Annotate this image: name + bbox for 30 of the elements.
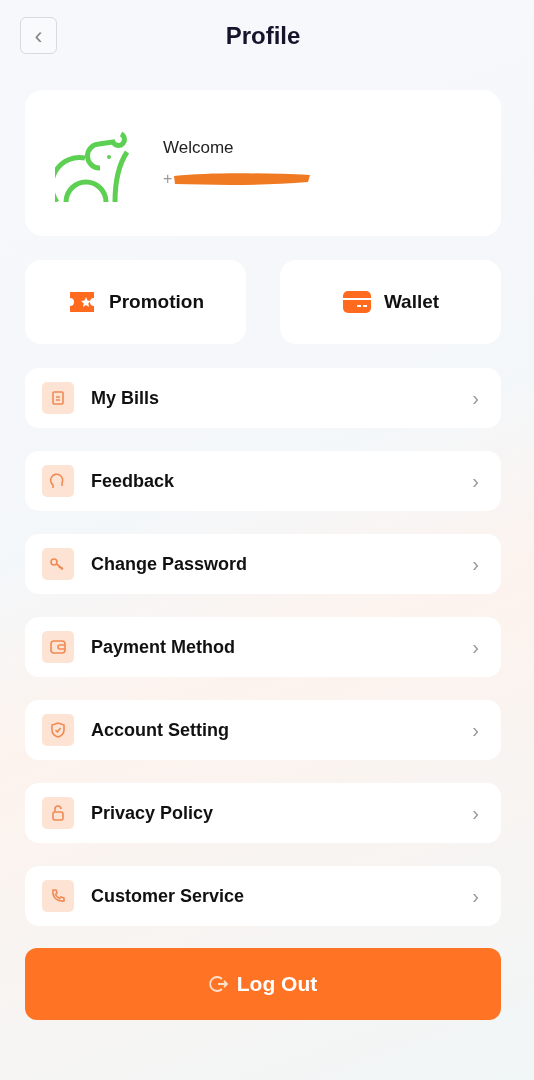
menu-item[interactable]: Change Password ›	[25, 534, 501, 594]
menu-item[interactable]: Feedback ›	[25, 451, 501, 511]
padlock-icon	[42, 797, 74, 829]
menu-item[interactable]: Customer Service ›	[25, 866, 501, 926]
shortcut-tile[interactable]: Promotion	[25, 260, 246, 344]
shortcut-tile[interactable]: Wallet	[280, 260, 501, 344]
ticket-icon	[67, 290, 97, 314]
head-icon	[42, 465, 74, 497]
menu-item[interactable]: My Bills ›	[25, 368, 501, 428]
phone-number: +	[163, 168, 173, 189]
back-button[interactable]: ‹	[20, 17, 57, 54]
menu-item[interactable]: Account Setting ›	[25, 700, 501, 760]
page-title: Profile	[225, 21, 301, 51]
logout-icon	[208, 974, 229, 994]
chevron-icon: ›	[472, 549, 479, 579]
card-icon	[341, 290, 372, 314]
wallet-icon	[42, 631, 74, 663]
phone-icon	[42, 880, 74, 912]
chevron-icon: ›	[472, 466, 479, 496]
document-icon	[42, 382, 74, 414]
chevron-icon: ›	[472, 715, 479, 745]
welcome-text: Welcome	[163, 137, 235, 160]
key-icon	[42, 548, 74, 580]
chevron-icon: ›	[472, 881, 479, 911]
chevron-icon: ›	[472, 383, 479, 413]
menu-item[interactable]: Privacy Policy ›	[25, 783, 501, 843]
shield-icon	[42, 714, 74, 746]
chevron-icon: ›	[472, 632, 479, 662]
menu-item[interactable]: Payment Method ›	[25, 617, 501, 677]
chevron-icon: ›	[472, 798, 479, 828]
